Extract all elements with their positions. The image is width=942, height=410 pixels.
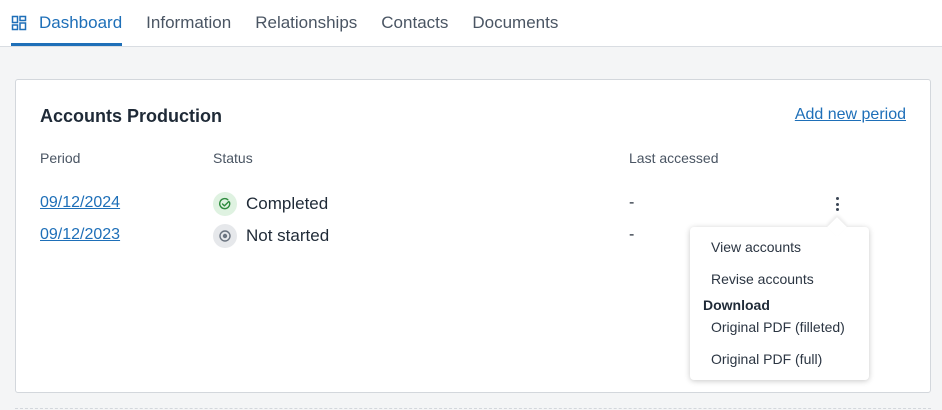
tab-information[interactable]: Information (146, 0, 231, 46)
check-circle-icon (213, 192, 237, 216)
menu-item-original-pdf-full[interactable]: Original PDF (full) (711, 351, 822, 367)
menu-section-download: Download (703, 297, 770, 313)
status-text: Not started (246, 226, 330, 245)
row-actions-kebab-icon[interactable] (830, 194, 844, 214)
dashboard-icon (11, 15, 27, 31)
tab-label: Contacts (381, 13, 449, 32)
table-row: 09/12/2024 Completed - (16, 190, 930, 218)
column-header-last-accessed: Last accessed (629, 150, 719, 166)
tab-documents[interactable]: Documents (472, 0, 558, 46)
status-text: Completed (246, 194, 329, 213)
column-header-period: Period (40, 150, 81, 166)
menu-item-original-pdf-filleted[interactable]: Original PDF (filleted) (711, 319, 845, 335)
top-tab-bar: Dashboard Information Relationships Cont… (0, 0, 942, 47)
menu-item-view-accounts[interactable]: View accounts (711, 239, 801, 255)
column-header-status: Status (213, 150, 253, 166)
period-link[interactable]: 09/12/2024 (40, 194, 120, 212)
tab-label: Dashboard (39, 13, 123, 32)
tab-label: Information (146, 13, 232, 32)
menu-item-revise-accounts[interactable]: Revise accounts (711, 271, 814, 287)
tab-contacts[interactable]: Contacts (381, 0, 448, 46)
status-cell: Completed (213, 190, 328, 218)
divider (15, 408, 931, 409)
status-cell: Not started (213, 222, 329, 250)
dot-circle-icon (213, 224, 237, 248)
tab-list: Dashboard Information Relationships Cont… (11, 0, 582, 47)
period-link[interactable]: 09/12/2023 (40, 226, 120, 244)
tab-label: Documents (472, 13, 559, 32)
card-title: Accounts Production (40, 106, 223, 126)
tab-label: Relationships (255, 13, 358, 32)
tab-dashboard[interactable]: Dashboard (11, 0, 123, 46)
last-accessed-value: - (629, 194, 635, 211)
add-new-period-link[interactable]: Add new period (795, 106, 906, 124)
last-accessed-value: - (629, 226, 635, 243)
tab-relationships[interactable]: Relationships (255, 0, 357, 46)
row-actions-menu: View accounts Revise accounts Download O… (690, 217, 869, 380)
